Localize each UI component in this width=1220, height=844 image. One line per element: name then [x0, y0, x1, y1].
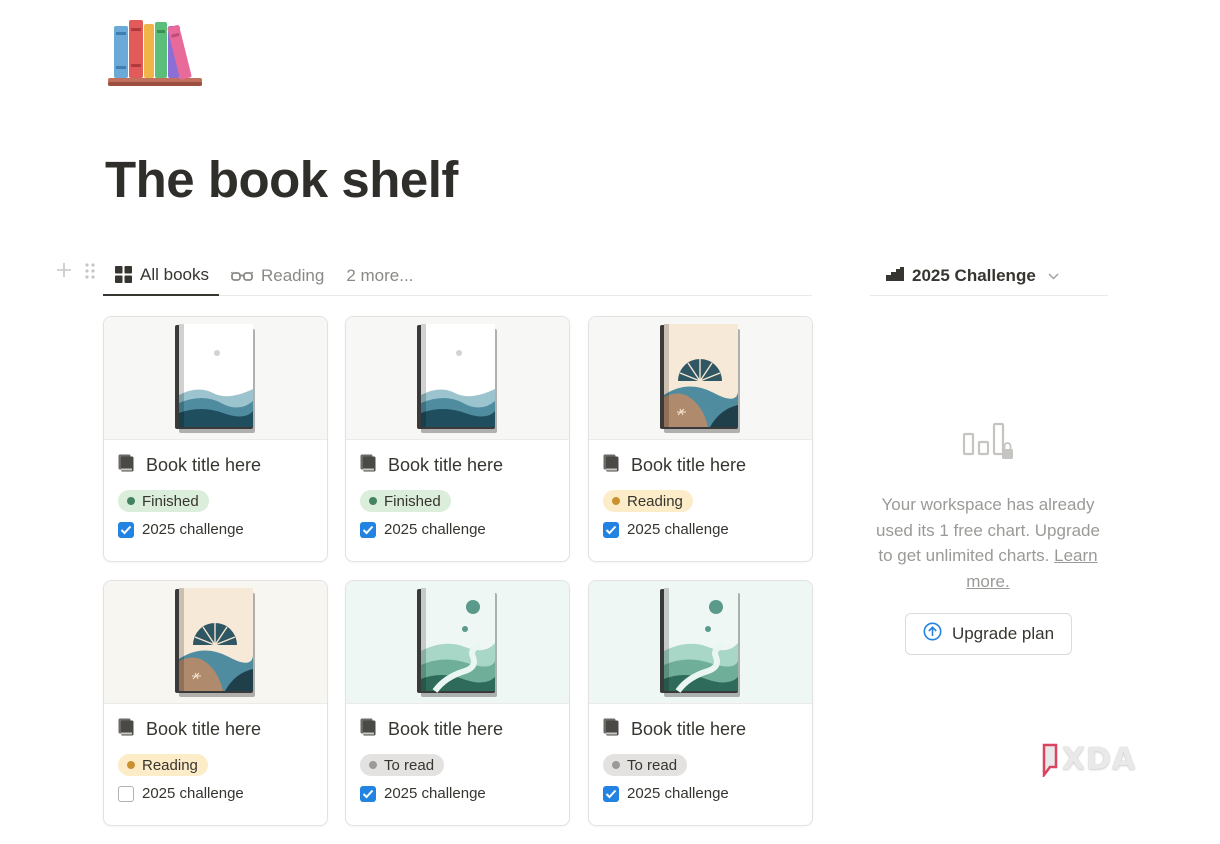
book-title: Book title here	[631, 718, 747, 739]
book-title: Book title here	[388, 454, 504, 475]
book-page-icon	[360, 718, 376, 741]
book-page-icon	[118, 718, 134, 741]
tab-more-views[interactable]: 2 more...	[334, 256, 423, 296]
status-dot-icon	[612, 761, 620, 769]
status-badge[interactable]: Reading	[603, 490, 693, 512]
book-page-icon	[360, 454, 376, 477]
book-cover-image	[104, 581, 327, 704]
upgrade-plan-label: Upgrade plan	[951, 624, 1055, 643]
challenge-checkbox[interactable]	[603, 521, 619, 538]
book-title: Book title here	[388, 718, 504, 739]
status-dot-icon	[127, 761, 135, 769]
book-cover-image	[589, 581, 812, 704]
drag-handle-icon[interactable]	[84, 262, 96, 285]
upgrade-plan-button[interactable]: Upgrade plan	[905, 613, 1072, 655]
book-cover-image	[346, 317, 569, 440]
status-badge[interactable]: To read	[360, 754, 445, 776]
status-dot-icon	[127, 497, 135, 505]
status-badge[interactable]: Finished	[118, 490, 209, 512]
book-page-icon	[603, 718, 619, 741]
book-page-icon	[118, 454, 134, 477]
books-icon[interactable]	[106, 16, 204, 90]
status-label: Reading	[627, 492, 683, 510]
status-label: To read	[384, 756, 435, 774]
challenge-label: 2025 challenge	[384, 521, 486, 538]
book-card[interactable]: Book title here Finished 2025 challenge	[103, 316, 328, 562]
chevron-down-icon	[1048, 268, 1059, 283]
tab-label: Reading	[260, 265, 325, 285]
book-cover-image	[346, 581, 569, 704]
challenge-label: 2025 challenge	[627, 521, 729, 538]
status-dot-icon	[369, 497, 377, 505]
status-label: To read	[627, 756, 678, 774]
xda-logo-icon	[1042, 743, 1058, 777]
status-dot-icon	[369, 761, 377, 769]
challenge-checkbox[interactable]	[118, 521, 134, 538]
view-tabs: All books Reading 2 more...	[103, 256, 812, 296]
chart-view-title: 2025 Challenge	[912, 265, 1036, 285]
challenge-checkbox[interactable]	[603, 785, 619, 802]
book-cover-image	[589, 317, 812, 440]
challenge-label: 2025 challenge	[142, 521, 244, 538]
book-title: Book title here	[146, 454, 262, 475]
book-card[interactable]: Book title here To read 2025 challenge	[588, 580, 813, 826]
status-label: Reading	[142, 756, 198, 774]
challenge-checkbox[interactable]	[118, 785, 134, 802]
chart-view-tab[interactable]: 2025 Challenge	[870, 256, 1108, 296]
arrow-up-circle-icon	[923, 622, 942, 646]
challenge-label: 2025 challenge	[384, 785, 486, 802]
page-title: The book shelf	[105, 151, 458, 208]
status-label: Finished	[384, 492, 441, 510]
book-card[interactable]: Book title here Reading 2025 challenge	[103, 580, 328, 826]
status-badge[interactable]: Reading	[118, 754, 208, 776]
challenge-checkbox[interactable]	[360, 521, 376, 538]
xda-watermark: XDA	[1040, 742, 1136, 777]
book-card[interactable]: Book title here Reading 2025 challenge	[588, 316, 813, 562]
book-page-icon	[603, 454, 619, 477]
book-card[interactable]: Book title here Finished 2025 challenge	[345, 316, 570, 562]
tab-label: 2 more...	[346, 265, 414, 285]
status-dot-icon	[612, 497, 620, 505]
locked-chart-icon	[962, 422, 1016, 467]
watermark-text: XDA	[1062, 742, 1137, 777]
status-label: Finished	[142, 492, 199, 510]
glasses-icon	[230, 270, 253, 282]
book-card[interactable]: Book title here To read 2025 challenge	[345, 580, 570, 826]
tab-label: All books	[140, 264, 209, 284]
chart-upgrade-message: Your workspace has already used its 1 fr…	[872, 492, 1104, 594]
status-badge[interactable]: Finished	[360, 490, 451, 512]
add-view-icon[interactable]	[56, 262, 72, 285]
tab-all-books[interactable]: All books	[103, 256, 219, 296]
challenge-label: 2025 challenge	[627, 785, 729, 802]
challenge-label: 2025 challenge	[142, 785, 244, 802]
tab-reading[interactable]: Reading	[219, 256, 334, 296]
book-title: Book title here	[631, 454, 747, 475]
bar-chart-icon	[886, 266, 904, 286]
challenge-checkbox[interactable]	[360, 785, 376, 802]
book-cover-image	[104, 317, 327, 440]
gallery-grid-icon	[115, 266, 132, 283]
book-title: Book title here	[146, 718, 262, 739]
status-badge[interactable]: To read	[603, 754, 688, 776]
